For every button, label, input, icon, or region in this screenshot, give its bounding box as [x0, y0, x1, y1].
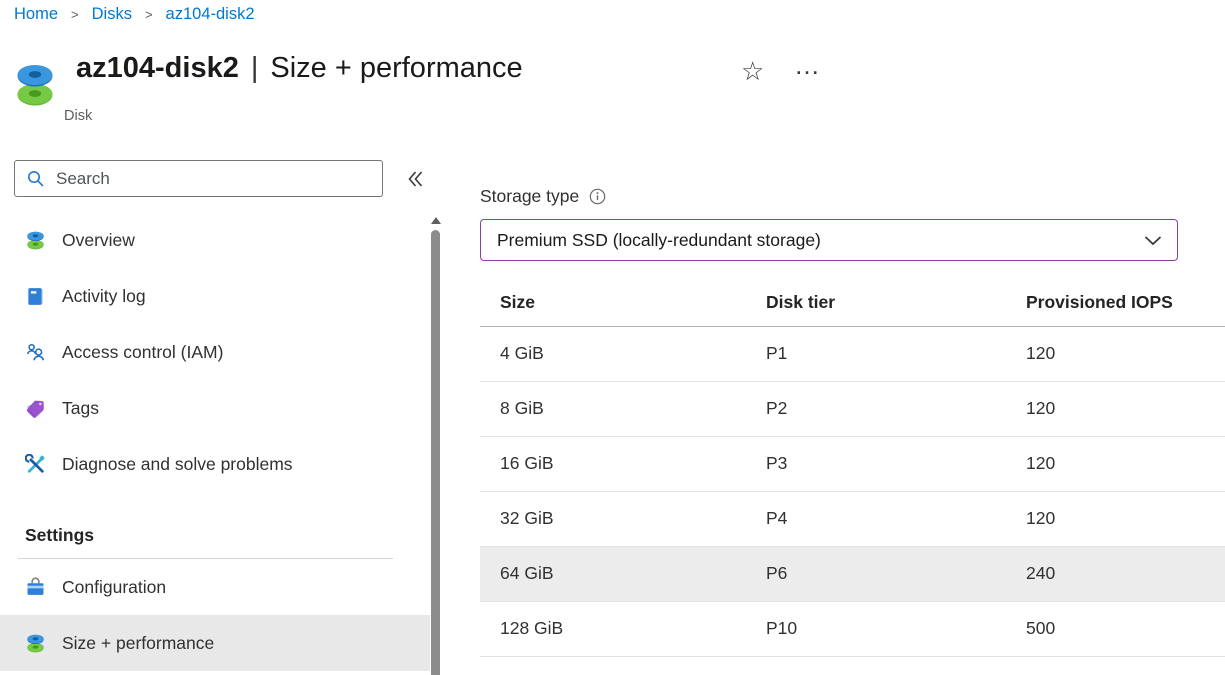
breadcrumb-home[interactable]: Home [14, 5, 58, 24]
cell-disk-tier: P10 [765, 601, 1025, 656]
disk-icon [16, 62, 54, 109]
sidebar-item-label: Access control (IAM) [62, 342, 223, 363]
table-row[interactable]: 128 GiBP10500 [480, 601, 1225, 656]
scrollbar-up-arrow-icon[interactable] [431, 217, 441, 224]
breadcrumb-az104-disk2[interactable]: az104-disk2 [166, 5, 255, 24]
cell-disk-tier: P1 [765, 326, 1025, 381]
cell-provisioned-iops: 500 [1025, 601, 1225, 656]
sidebar-item-overview[interactable]: Overview [0, 212, 430, 268]
search-input[interactable] [54, 168, 374, 190]
sidebar-item-diagnose-and-solve-problems[interactable]: Diagnose and solve problems [0, 436, 430, 492]
column-header-disk-tier: Disk tier [765, 280, 1025, 326]
table-row[interactable]: 16 GiBP3120 [480, 436, 1225, 491]
cell-size: 8 GiB [480, 381, 765, 436]
sidebar-item-activity-log[interactable]: Activity log [0, 268, 430, 324]
storage-type-label: Storage type [480, 186, 579, 207]
blade-title: Size + performance [270, 52, 522, 85]
cell-provisioned-iops: 120 [1025, 491, 1225, 546]
disk-sizes-table: Size Disk tier Provisioned IOPS 4 GiBP11… [480, 280, 1225, 657]
table-row[interactable]: 32 GiBP4120 [480, 491, 1225, 546]
diagnose-icon [25, 454, 46, 475]
sidebar-item-label: Size + performance [62, 633, 214, 654]
breadcrumb: Home > Disks > az104-disk2 [14, 5, 255, 24]
sidebar-menu: Overview Activity log Access control (IAM)… [0, 212, 430, 671]
activity-log-icon [25, 286, 46, 307]
cell-disk-tier: P6 [765, 546, 1025, 601]
sidebar-item-label: Configuration [62, 577, 166, 598]
sidebar-item-configuration[interactable]: Configuration [0, 559, 430, 615]
disk-icon [25, 230, 46, 251]
storage-type-field: Storage type [480, 186, 606, 207]
scrollbar-thumb[interactable] [431, 230, 440, 675]
cell-disk-tier: P4 [765, 491, 1025, 546]
access-control-icon [25, 342, 46, 363]
info-icon[interactable] [589, 188, 606, 205]
configuration-icon [25, 577, 46, 598]
sidebar-item-label: Activity log [62, 286, 146, 307]
storage-type-selected-value: Premium SSD (locally-redundant storage) [497, 230, 1141, 251]
storage-type-select[interactable]: Premium SSD (locally-redundant storage) [480, 219, 1178, 261]
more-options-icon[interactable]: … [794, 52, 821, 78]
table-row[interactable]: 64 GiBP6240 [480, 546, 1225, 601]
chevron-down-icon [1141, 228, 1165, 252]
column-header-provisioned-iops: Provisioned IOPS [1025, 280, 1225, 326]
sidebar-section-settings: Settings [0, 518, 430, 552]
column-header-size: Size [480, 280, 765, 326]
sidebar-scrollbar[interactable] [429, 215, 443, 675]
disk-size-performance-page: Home > Disks > az104-disk2 az104-disk2 |… [0, 0, 1225, 675]
sidebar-item-label: Overview [62, 230, 135, 251]
tags-icon [25, 398, 46, 419]
breadcrumb-separator: > [145, 7, 153, 22]
table-row[interactable]: 4 GiBP1120 [480, 326, 1225, 381]
cell-provisioned-iops: 120 [1025, 436, 1225, 491]
cell-size: 16 GiB [480, 436, 765, 491]
sidebar-item-size-performance[interactable]: Size + performance [0, 615, 430, 671]
cell-size: 128 GiB [480, 601, 765, 656]
cell-size: 32 GiB [480, 491, 765, 546]
cell-disk-tier: P2 [765, 381, 1025, 436]
cell-size: 64 GiB [480, 546, 765, 601]
resource-name: az104-disk2 [76, 52, 239, 85]
sidebar-search-box [14, 160, 383, 197]
sidebar-item-label: Tags [62, 398, 99, 419]
title-separator: | [251, 52, 259, 85]
resource-type-label: Disk [64, 108, 92, 124]
table-header-row: Size Disk tier Provisioned IOPS [480, 280, 1225, 326]
cell-size: 4 GiB [480, 326, 765, 381]
sidebar-item-label: Diagnose and solve problems [62, 454, 293, 475]
disk-icon [25, 633, 46, 654]
table-row[interactable]: 8 GiBP2120 [480, 381, 1225, 436]
sidebar-item-access-control-iam[interactable]: Access control (IAM) [0, 324, 430, 380]
breadcrumb-separator: > [71, 7, 79, 22]
cell-disk-tier: P3 [765, 436, 1025, 491]
collapse-sidebar-icon[interactable] [403, 167, 427, 191]
sidebar-item-tags[interactable]: Tags [0, 380, 430, 436]
cell-provisioned-iops: 240 [1025, 546, 1225, 601]
page-title: az104-disk2 | Size + performance [76, 52, 523, 85]
cell-provisioned-iops: 120 [1025, 326, 1225, 381]
breadcrumb-disks[interactable]: Disks [92, 5, 132, 24]
search-icon [26, 169, 45, 188]
cell-provisioned-iops: 120 [1025, 381, 1225, 436]
favorite-star-icon[interactable]: ☆ [741, 58, 764, 84]
